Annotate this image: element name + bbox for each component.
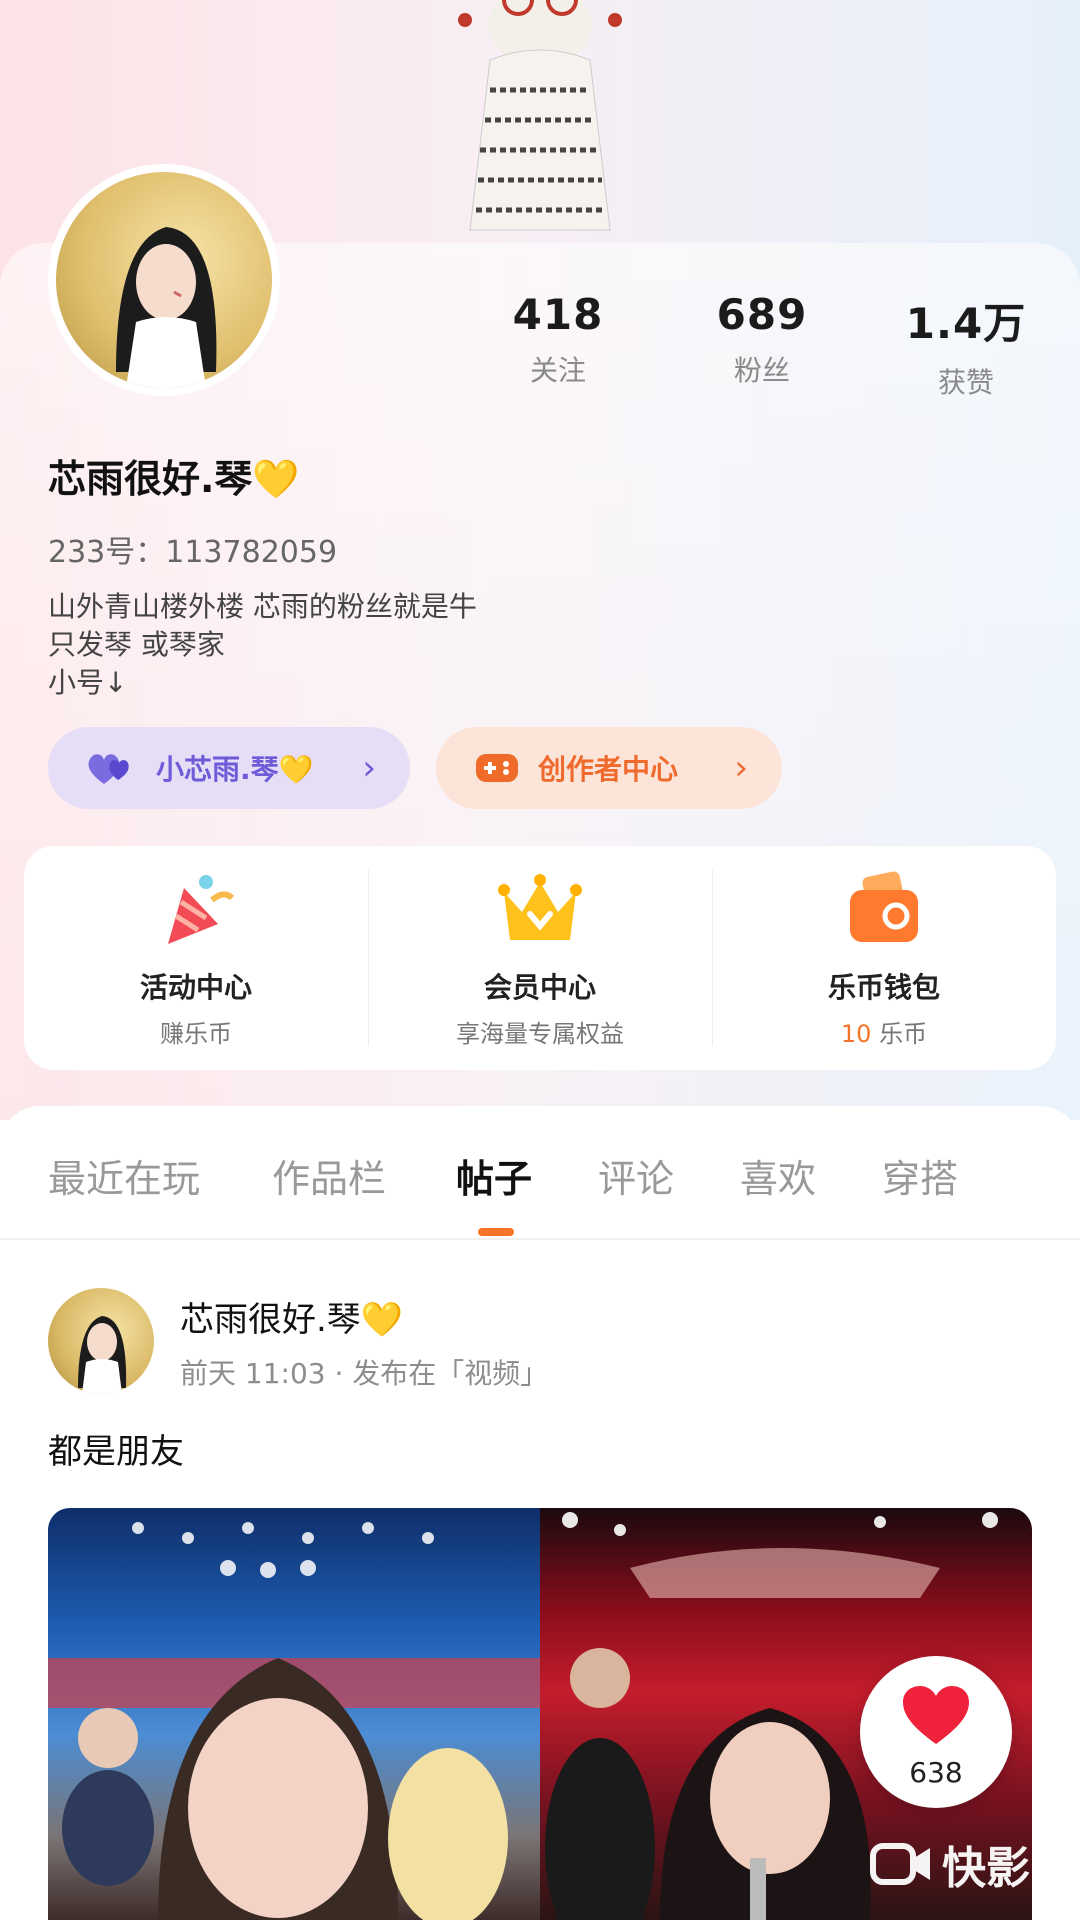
vip-center-title: 会员中心	[483, 971, 596, 1004]
tab-recently-played[interactable]: 最近在玩	[48, 1148, 200, 1203]
sub-account-label: 小芯雨.琴💛	[156, 753, 314, 786]
tab-works[interactable]: 作品栏	[272, 1148, 386, 1203]
likes-label: 获赞	[937, 366, 994, 399]
video-camera-icon	[870, 1843, 930, 1885]
activity-center-entry[interactable]: 活动中心 赚乐币	[24, 846, 368, 1070]
tab-divider	[0, 1238, 1080, 1240]
coin-balance: 10	[840, 1020, 872, 1048]
profile-avatar[interactable]	[48, 164, 280, 396]
quick-entry-panel: 活动中心 赚乐币 会员中心 享海量专属权益 乐币钱包 10 乐币	[24, 846, 1056, 1070]
bio-line: 小号↓	[48, 666, 128, 699]
creator-center-label: 创作者中心	[538, 753, 679, 786]
likes-count: 1.4万	[905, 299, 1027, 348]
active-tab-indicator	[478, 1228, 514, 1236]
avatar-portrait-image	[78, 1316, 127, 1394]
crown-icon	[498, 874, 582, 940]
app-watermark: 快影	[870, 1832, 1030, 1896]
coin-wallet-title: 乐币钱包	[827, 971, 940, 1004]
bio-line: 山外青山楼外楼 芯雨的粉丝就是牛	[48, 590, 477, 623]
following-label: 关注	[529, 354, 586, 387]
post-text: 都是朋友	[48, 1432, 184, 1472]
vip-center-subtitle: 享海量专属权益	[456, 1020, 624, 1048]
following-stat[interactable]: 418 关注	[478, 290, 638, 389]
followers-count: 689	[716, 290, 808, 339]
post-meta: 前天 11:03 · 发布在「视频」	[180, 1357, 549, 1390]
vip-center-entry[interactable]: 会员中心 享海量专属权益	[368, 846, 712, 1070]
chevron-right-icon: ›	[362, 748, 376, 788]
tab-comments[interactable]: 评论	[598, 1148, 674, 1203]
followers-label: 粉丝	[733, 354, 790, 387]
post-author-name[interactable]: 芯雨很好.琴💛	[180, 1292, 403, 1341]
like-button[interactable]: 638	[860, 1656, 1012, 1808]
avatar-figure-image	[458, 0, 622, 231]
following-count: 418	[512, 290, 604, 339]
gamepad-icon	[474, 750, 520, 786]
profile-uid: 233号：113782059	[48, 535, 338, 570]
profile-bio: 山外青山楼外楼 芯雨的粉丝就是牛 只发琴 或琴家 小号↓	[48, 588, 477, 702]
likes-stat[interactable]: 1.4万 获赞	[886, 290, 1046, 401]
like-count: 638	[909, 1756, 963, 1789]
activity-center-title: 活动中心	[139, 971, 252, 1004]
tab-posts[interactable]: 帖子	[456, 1148, 532, 1203]
sub-account-button[interactable]: 小芯雨.琴💛 ›	[48, 727, 410, 809]
tab-likes[interactable]: 喜欢	[740, 1148, 816, 1203]
followers-stat[interactable]: 689 粉丝	[682, 290, 842, 389]
watermark-text: 快影	[942, 1843, 1030, 1894]
hearts-icon	[86, 750, 138, 786]
activity-center-subtitle: 赚乐币	[160, 1020, 232, 1048]
heart-icon	[903, 1686, 969, 1744]
avatar-portrait-image	[116, 227, 217, 388]
video-frame-left	[48, 1508, 540, 1920]
party-popper-icon	[168, 875, 235, 944]
profile-nickname: 芯雨很好.琴💛	[48, 457, 300, 501]
coin-unit: 乐币	[871, 1020, 928, 1048]
coin-wallet-subtitle: 10 乐币	[712, 1014, 1056, 1049]
wallet-icon	[850, 871, 918, 942]
coin-wallet-entry[interactable]: 乐币钱包 10 乐币	[712, 846, 1056, 1070]
bio-line: 只发琴 或琴家	[48, 628, 225, 661]
creator-center-button[interactable]: 创作者中心 ›	[436, 727, 782, 809]
post-author-avatar[interactable]	[48, 1288, 154, 1394]
tab-outfits[interactable]: 穿搭	[882, 1148, 958, 1203]
chevron-right-icon: ›	[734, 748, 748, 788]
